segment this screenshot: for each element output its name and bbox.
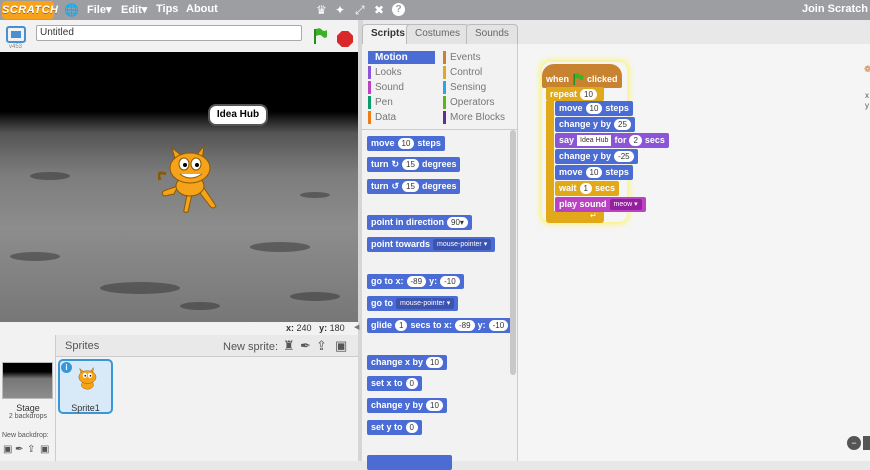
block-go-to-xy[interactable]: go to x: -89 y: -10 [367,274,464,289]
globe-icon[interactable]: 🌐 [64,3,79,17]
script-change-y-neg25[interactable]: change y by -25 [555,149,638,164]
script-say-for-secs[interactable]: say Idea Hub for 2 secs [555,133,669,148]
palette-separator [362,129,517,130]
help-icon[interactable]: ? [392,3,405,16]
version-label: v453 [9,44,23,50]
repeat-arrow-icon: ↵ [590,211,597,220]
script-change-y-25[interactable]: change y by 25 [555,117,635,132]
x-value: 240 [296,323,312,333]
y-value: 180 [329,323,345,333]
paint-brush-icon[interactable]: ✒ [300,338,311,354]
block-partial[interactable] [367,455,452,470]
sprites-header: Sprites New sprite: ♜ ✒ ⇪ ▣ [56,335,358,357]
backdrop-paint-icon[interactable]: ✒ [15,444,23,455]
sprite-thumbnail-sprite1[interactable]: i Sprite1 [58,359,113,414]
shrink-icon[interactable]: ✖ [374,3,384,17]
duplicate-stamp-icon[interactable]: ♛ [316,3,327,17]
block-point-towards[interactable]: point towards mouse-pointer ▾ [367,237,496,252]
sprite-preview-icon: ❁ [864,64,870,74]
category-operators[interactable]: Operators [443,96,511,109]
category-sound[interactable]: Sound [368,81,435,94]
block-turn-left[interactable]: turn ↺ 15 degrees [367,179,461,194]
block-turn-right[interactable]: turn ↻ 15 degrees [367,157,461,172]
stage-label: Stage [16,403,40,413]
block-point-in-direction[interactable]: point in direction 90▾ [367,215,472,230]
block-when-flag-clicked[interactable]: when clicked [542,64,622,88]
speech-bubble: Idea Hub [208,104,268,126]
menu-file[interactable]: File▾ [87,3,111,16]
sprites-title: Sprites [65,340,100,352]
stage-thumbnail[interactable] [2,362,53,399]
category-events[interactable]: Events [443,51,511,64]
collapse-stage-icon[interactable]: ◀ [354,323,359,331]
y-label: y: [319,323,328,333]
palette-scrollbar[interactable] [510,130,516,375]
cat-sprite[interactable] [158,140,220,214]
block-glide[interactable]: glide 1 secs to x: -89 y: -10 [367,318,513,333]
category-control[interactable]: Control [443,66,511,79]
script-wait-secs[interactable]: wait 1 secs [555,181,619,196]
block-go-to[interactable]: go to mouse-pointer ▾ [367,296,459,311]
camera-icon[interactable]: ▣ [335,338,347,354]
tab-sounds[interactable]: Sounds [466,24,518,44]
sprite-library-icon[interactable]: ♜ [283,338,295,354]
block-change-y[interactable]: change y by 10 [367,398,447,413]
block-move-steps[interactable]: move 10 steps [367,136,445,151]
backdrop-library-icon[interactable]: ▣ [3,444,12,455]
project-title-input[interactable]: Untitled [36,25,302,41]
tab-costumes[interactable]: Costumes [406,24,470,44]
category-sensing[interactable]: Sensing [443,81,511,94]
category-more-blocks[interactable]: More Blocks [443,111,511,124]
scripts-area[interactable]: when clicked repeat 10 ↵ move 10 steps chan… [518,44,870,461]
category-data[interactable]: Data [368,111,435,124]
block-repeat-label: repeat 10 [546,87,601,102]
menu-tips[interactable]: Tips [156,3,178,15]
script-move-steps[interactable]: move 10 steps [555,101,633,116]
upload-icon[interactable]: ⇪ [316,338,327,354]
backdrop-count: 2 backdrops [8,413,48,420]
turn-right-icon: ↻ [391,159,400,169]
backdrop-camera-icon[interactable]: ▣ [40,444,49,455]
sprite-x-indicator: x [865,91,869,100]
block-repeat-end: ↵ [546,211,604,223]
grow-icon[interactable]: ⤢ [355,3,365,17]
menu-bar: SCRATCH 🌐 File▾ Edit▾ Tips About ♛ ✦ ⤢ ✖… [0,0,870,20]
menu-edit[interactable]: Edit▾ [121,3,147,16]
zoom-out-icon[interactable]: − [847,436,861,450]
new-sprite-label: New sprite: [223,341,279,353]
script-move-steps-2[interactable]: move 10 steps [555,165,633,180]
cut-icon[interactable]: ✦ [335,3,345,17]
join-scratch-link[interactable]: Join Scratch [802,3,868,15]
scratch-logo[interactable]: SCRATCH [2,1,58,19]
sprite-y-indicator: y [865,101,869,110]
zoom-reset-icon[interactable] [863,436,870,450]
menu-about[interactable]: About [186,3,218,15]
category-motion[interactable]: Motion [368,51,435,64]
sprite1-cat-icon [78,366,97,390]
mouse-coordinates: x: 240 y: 180 [286,323,345,333]
category-pen[interactable]: Pen [368,96,435,109]
block-change-x[interactable]: change x by 10 [367,355,447,370]
green-flag-icon[interactable] [313,28,327,44]
x-label: x: [286,323,295,333]
turn-left-icon: ↺ [391,181,400,191]
block-palette: Motion Events Looks Control Sound Sensin… [362,44,518,470]
block-set-x[interactable]: set x to 0 [367,376,422,391]
green-flag-icon [573,73,584,85]
backdrop-upload-icon[interactable]: ⇪ [27,444,35,455]
info-icon[interactable]: i [61,362,72,373]
block-set-y[interactable]: set y to 0 [367,420,422,435]
block-repeat-arm [546,101,554,213]
category-looks[interactable]: Looks [368,66,435,79]
fullscreen-icon[interactable] [6,26,26,43]
script-play-sound[interactable]: play sound meow ▾ [555,197,646,212]
sprite1-label: Sprite1 [71,403,100,413]
new-backdrop-label: New backdrop: [2,432,49,439]
